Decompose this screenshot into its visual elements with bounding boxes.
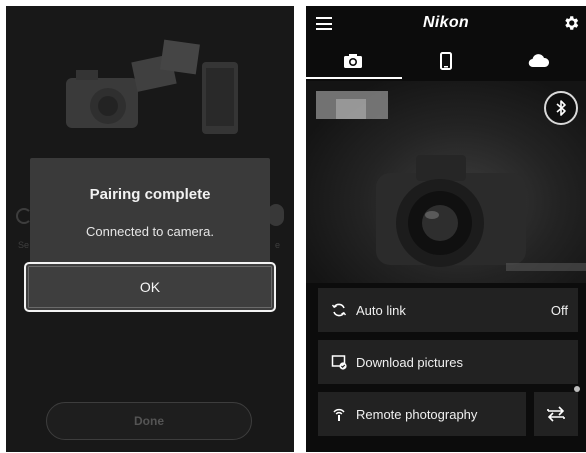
cloud-icon <box>528 54 550 68</box>
download-pictures-label: Download pictures <box>356 354 463 370</box>
switch-button[interactable] <box>534 392 578 436</box>
tab-cloud[interactable] <box>492 43 586 79</box>
ok-button[interactable]: OK <box>24 262 276 312</box>
tab-camera[interactable] <box>306 43 399 79</box>
remote-photography-row[interactable]: Remote photography <box>318 392 526 436</box>
snapbridge-home-screen: Nikon Auto link Off Download pictures Re… <box>306 6 586 452</box>
bluetooth-button[interactable] <box>544 91 578 125</box>
swap-arrows-icon <box>547 406 565 422</box>
camera-name-placeholder <box>316 91 388 119</box>
notification-dot <box>574 386 580 392</box>
auto-link-status: Off <box>550 302 568 318</box>
app-title: Nikon <box>423 14 469 31</box>
download-pictures-row[interactable]: Download pictures <box>318 340 578 384</box>
bluetooth-icon <box>556 100 566 116</box>
dialog-message: Connected to camera. <box>86 224 214 239</box>
remote-photography-label: Remote photography <box>356 406 478 422</box>
pairing-screen: Se e Pairing complete Connected to camera… <box>6 6 294 452</box>
hero-caption-blur <box>506 263 586 271</box>
top-bar: Nikon <box>306 6 586 42</box>
dialog-title: Pairing complete <box>89 186 211 203</box>
phone-icon <box>439 52 452 70</box>
auto-link-label: Auto link <box>356 302 406 318</box>
auto-link-row[interactable]: Auto link Off <box>318 288 578 332</box>
remote-signal-icon <box>330 405 348 423</box>
tab-bar <box>306 43 586 79</box>
download-pictures-icon <box>330 353 348 371</box>
active-tab-indicator <box>306 77 402 79</box>
camera-hero-image <box>306 81 586 283</box>
camera-icon <box>343 54 362 68</box>
camera-photo <box>376 155 526 267</box>
gear-icon[interactable] <box>562 14 580 32</box>
pairing-illustration <box>66 39 238 134</box>
pairing-dialog: Pairing complete Connected to camera. <box>30 158 270 266</box>
tab-smart-device[interactable] <box>399 43 492 79</box>
done-button[interactable]: Done <box>46 402 252 440</box>
sync-icon <box>330 301 348 319</box>
